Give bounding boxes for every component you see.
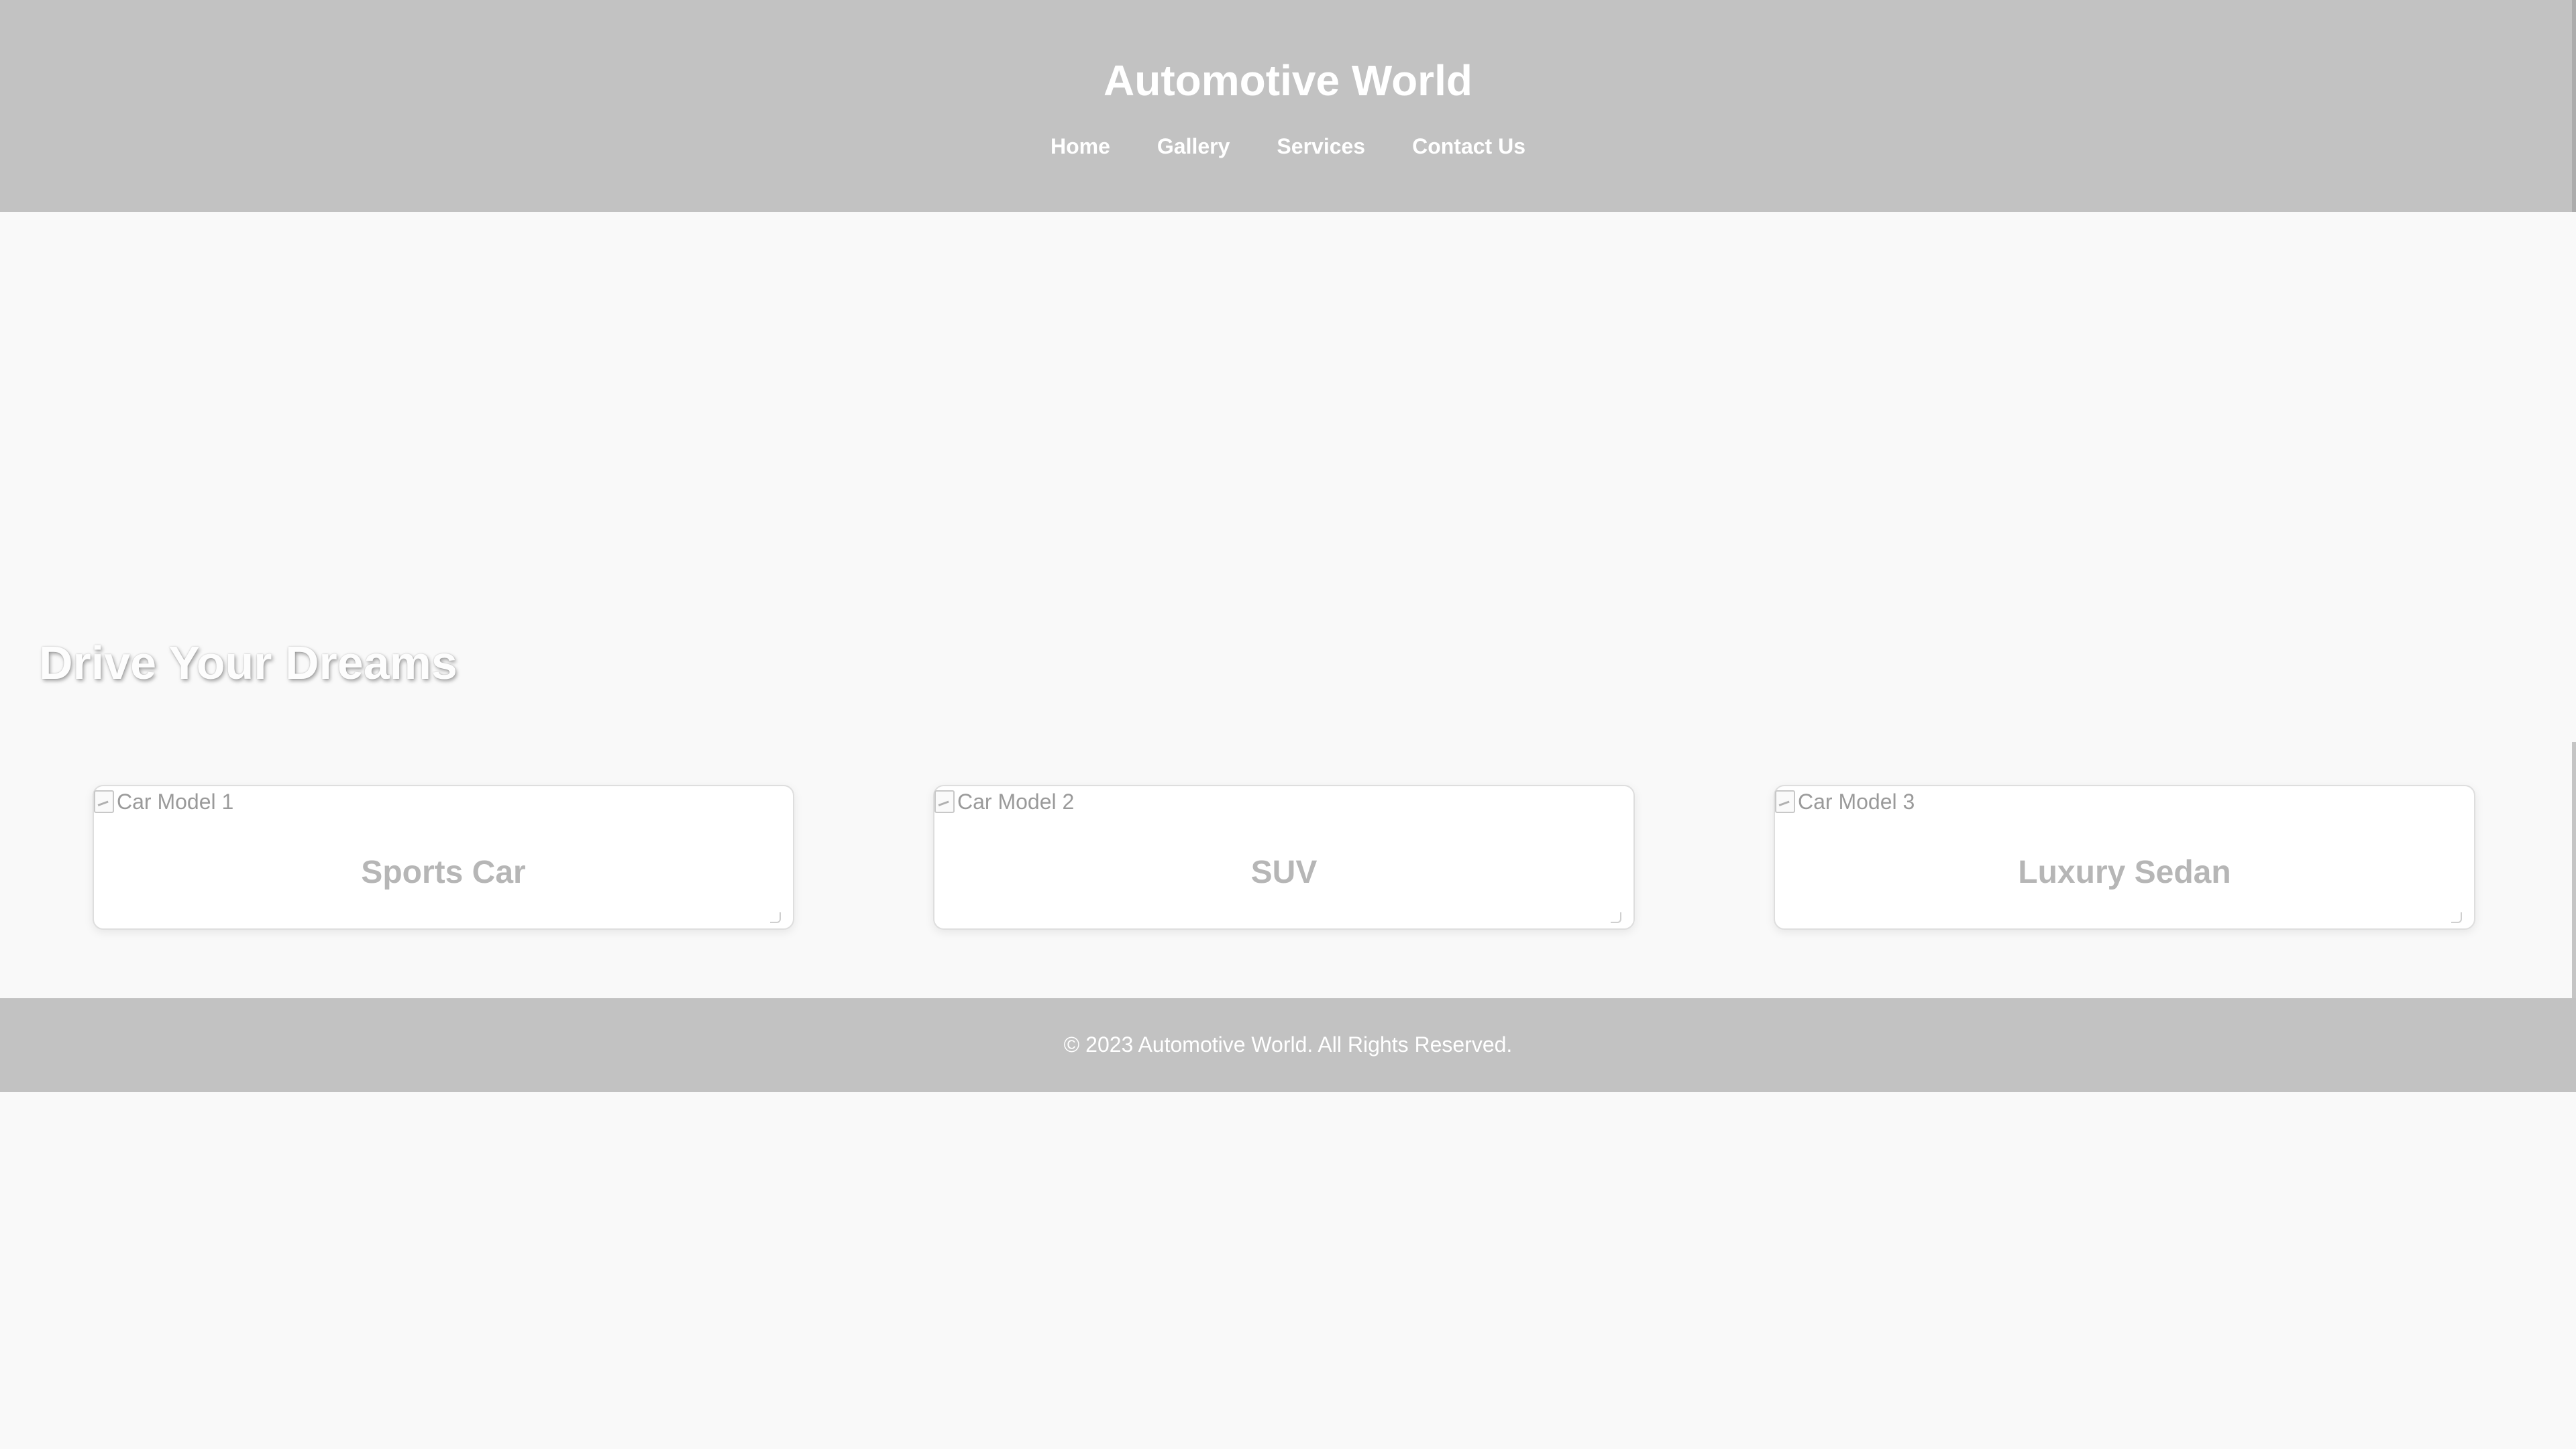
car-image: Car Model 1	[94, 786, 233, 817]
car-image-alt-text: Car Model 2	[957, 790, 1075, 814]
site-title: Automotive World	[1104, 56, 1472, 105]
car-image-alt-text: Car Model 3	[1798, 790, 1915, 814]
car-card-title: Luxury Sedan	[2018, 855, 2231, 890]
nav-link-services[interactable]: Services	[1277, 129, 1365, 164]
card-corner-decoration	[770, 912, 781, 923]
car-card-title: SUV	[1250, 855, 1318, 890]
car-image: Car Model 3	[1775, 786, 1915, 817]
car-image: Car Model 2	[934, 786, 1074, 817]
car-gallery: Car Model 1 Sports Car Car Model 2 SUV C…	[0, 785, 2576, 932]
hero-heading: Drive Your Dreams	[39, 637, 458, 689]
car-card-sports-car[interactable]: Car Model 1 Sports Car	[93, 785, 794, 930]
nav-link-home[interactable]: Home	[1051, 129, 1110, 164]
card-corner-decoration	[1611, 912, 1621, 923]
nav-link-gallery[interactable]: Gallery	[1157, 129, 1230, 164]
car-card-suv[interactable]: Car Model 2 SUV	[933, 785, 1635, 930]
broken-image-icon	[94, 790, 114, 813]
card-corner-decoration	[2451, 912, 2462, 923]
car-card-luxury-sedan[interactable]: Car Model 3 Luxury Sedan	[1774, 785, 2475, 930]
site-footer: © 2023 Automotive World. All Rights Rese…	[0, 998, 2576, 1092]
footer-copyright: © 2023 Automotive World. All Rights Rese…	[1063, 1032, 1513, 1057]
nav-link-contact-us[interactable]: Contact Us	[1412, 129, 1525, 164]
car-image-alt-text: Car Model 1	[117, 790, 234, 814]
main-nav: Home Gallery Services Contact Us	[0, 129, 2576, 164]
site-header: Automotive World Home Gallery Services C…	[0, 0, 2576, 212]
broken-image-icon	[934, 790, 955, 813]
car-card-title: Sports Car	[361, 855, 526, 890]
broken-image-icon	[1775, 790, 1795, 813]
